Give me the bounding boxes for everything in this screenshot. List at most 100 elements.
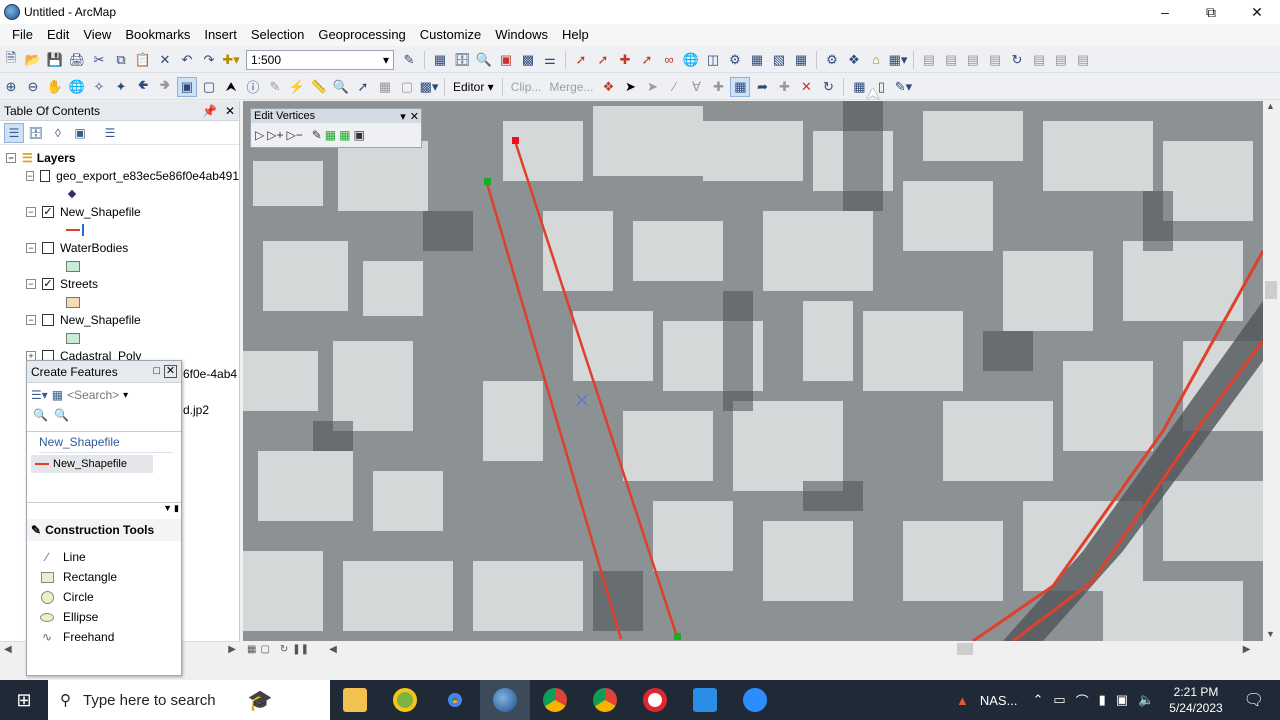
network-icon[interactable]: ⚙ xyxy=(822,50,842,70)
close-icon[interactable]: ✕ xyxy=(410,110,419,123)
close-button[interactable]: ✕ xyxy=(1234,0,1280,24)
rotate-tool-icon[interactable]: ↻ xyxy=(818,77,838,97)
reshape-icon[interactable]: ❖ xyxy=(598,77,618,97)
layout-toggle-icon[interactable]: ▮ xyxy=(174,503,179,515)
zoom-out-icon[interactable]: ⊖ xyxy=(23,77,43,97)
horizontal-scroll-thumb[interactable] xyxy=(956,643,973,655)
forward-arrow-icon[interactable]: 🢂 xyxy=(155,77,175,97)
full-extent-globe-icon[interactable]: 🌐 xyxy=(67,77,87,97)
delete-icon[interactable]: ✕ xyxy=(155,50,175,70)
clear-search-icon[interactable]: 🔍 xyxy=(54,408,69,422)
scroll-down-icon[interactable]: ▼ xyxy=(1266,629,1275,639)
continue-feature-icon[interactable]: ✎ xyxy=(312,128,322,142)
back-arrow-icon[interactable]: 🢀 xyxy=(133,77,153,97)
order-icon[interactable]: ▤ xyxy=(985,50,1005,70)
collapse-icon[interactable]: − xyxy=(26,315,36,325)
wifi-icon[interactable]: ⌒ xyxy=(1076,691,1089,710)
split-tool-icon[interactable]: ✕ xyxy=(796,77,816,97)
volume-icon[interactable]: 🔈 xyxy=(1138,692,1154,708)
trace-icon[interactable]: ✚ xyxy=(708,77,728,97)
model-builder-icon[interactable]: ⚌ xyxy=(540,50,560,70)
nas-app-icon[interactable]: ▲ xyxy=(956,693,969,708)
delete-vertex-icon[interactable]: ▷− xyxy=(286,128,302,142)
graphics-icon[interactable]: ▤ xyxy=(1073,50,1093,70)
globe-icon[interactable]: 🌐 xyxy=(681,50,701,70)
layer-visibility-checkbox[interactable]: ✓ xyxy=(42,206,54,218)
straight-segment-icon[interactable]: ∕ xyxy=(664,77,684,97)
search-icon[interactable]: 🔍 xyxy=(33,408,48,422)
layers-root[interactable]: − ☰ Layers xyxy=(6,149,239,167)
collapse-panel-icon[interactable]: ▼ xyxy=(163,503,172,515)
geocode-icon[interactable]: ◫ xyxy=(703,50,723,70)
layer-row[interactable]: − ✓ Streets xyxy=(6,275,239,293)
taskbar-vscode[interactable] xyxy=(680,680,730,720)
pause-drawing-icon[interactable]: ❚❚ xyxy=(292,644,309,655)
new-document-icon[interactable]: 🗎 xyxy=(1,50,21,70)
meet-now-icon[interactable]: ▣ xyxy=(1116,692,1128,708)
clip-button[interactable]: Clip... xyxy=(507,80,546,94)
search-window-icon[interactable]: 🔍 xyxy=(474,50,494,70)
taskbar-opera[interactable] xyxy=(630,680,680,720)
dimension-icon[interactable]: ❖ xyxy=(844,50,864,70)
minimize-button[interactable]: – xyxy=(1142,0,1188,24)
taskbar-chrome-profile-3[interactable] xyxy=(580,680,630,720)
arrange-icon[interactable]: ▦▾ xyxy=(888,50,908,70)
layer-visibility-checkbox[interactable] xyxy=(42,314,54,326)
menu-windows[interactable]: Windows xyxy=(488,24,555,46)
filter-templates-icon[interactable]: ▦ xyxy=(52,388,63,402)
menu-file[interactable]: File xyxy=(0,24,40,46)
taskbar-search-box[interactable]: ⚲ Type here to search 🎓 xyxy=(48,680,330,720)
layout-icon[interactable]: ▦ xyxy=(747,50,767,70)
save-icon[interactable]: 💾 xyxy=(45,50,65,70)
scroll-left-icon[interactable]: ◀ xyxy=(4,644,12,655)
rotate-icon[interactable]: ↻ xyxy=(1007,50,1027,70)
point-snap-icon[interactable]: ✚ xyxy=(615,50,635,70)
usb-icon[interactable]: ▮ xyxy=(1099,692,1106,708)
find-binoculars-icon[interactable]: 🔍 xyxy=(331,77,351,97)
construction-tool-circle[interactable]: Circle xyxy=(27,587,181,607)
layer-row[interactable]: − ✓ New_Shapefile xyxy=(6,203,239,221)
align-icon[interactable]: ▤ xyxy=(919,50,939,70)
refresh-icon[interactable]: ↻ xyxy=(280,644,288,655)
table-grid-icon[interactable]: ▦ xyxy=(791,50,811,70)
list-by-selection-icon[interactable]: ▣ xyxy=(70,123,90,143)
restore-icon[interactable]: □ xyxy=(153,365,160,378)
georef-icon[interactable]: ⚙ xyxy=(725,50,745,70)
battery-icon[interactable]: ▭ xyxy=(1053,692,1065,708)
grid-icon[interactable]: ▧ xyxy=(769,50,789,70)
edge-snap-icon[interactable]: ➚ xyxy=(637,50,657,70)
construction-tool-rectangle[interactable]: Rectangle xyxy=(27,567,181,587)
undo-icon[interactable]: ↶ xyxy=(177,50,197,70)
chevron-down-icon[interactable]: ▾ xyxy=(400,110,406,123)
layer-visibility-checkbox[interactable] xyxy=(40,170,51,182)
smooth-icon[interactable]: ▦ xyxy=(339,128,350,142)
taskbar-chrome[interactable] xyxy=(430,680,480,720)
collapse-icon[interactable]: − xyxy=(26,279,36,289)
generalize-icon[interactable]: ▦ xyxy=(325,128,336,142)
edit-tool-arrow-icon[interactable]: ➤ xyxy=(620,77,640,97)
list-by-source-icon[interactable]: 🗄 xyxy=(26,123,46,143)
cut-icon[interactable]: ✂ xyxy=(89,50,109,70)
select-features-icon[interactable]: ▣ xyxy=(177,76,197,97)
layer-visibility-checkbox[interactable] xyxy=(42,242,54,254)
raster-icon[interactable]: ▤ xyxy=(1051,50,1071,70)
merge-button[interactable]: Merge... xyxy=(545,80,597,94)
arc-segment-icon[interactable]: ∀ xyxy=(686,77,706,97)
construction-tool-ellipse[interactable]: Ellipse xyxy=(27,607,181,627)
windows-start-button[interactable]: ⊞ xyxy=(0,680,48,720)
show-hidden-icons-icon[interactable]: ⌃ xyxy=(1032,692,1043,708)
template-search-combobox[interactable]: <Search> xyxy=(67,388,119,402)
construction-tool-line[interactable]: ∕ Line xyxy=(27,547,181,567)
menu-view[interactable]: View xyxy=(76,24,118,46)
group-icon[interactable]: ▤ xyxy=(963,50,983,70)
open-folder-icon[interactable]: 📂 xyxy=(23,50,43,70)
map-vertical-scrollbar[interactable]: ▲ ▼ xyxy=(1263,101,1280,641)
catalog-window-icon[interactable]: 🗄 xyxy=(452,50,472,70)
collapse-icon[interactable]: − xyxy=(26,207,36,217)
python-window-icon[interactable]: ▩ xyxy=(518,50,538,70)
table-window-icon[interactable]: ▦ xyxy=(430,50,450,70)
layer-row[interactable]: − WaterBodies xyxy=(6,239,239,257)
distribute-icon[interactable]: ▤ xyxy=(941,50,961,70)
route-icon[interactable]: ➚ xyxy=(353,77,373,97)
select-element-icon[interactable]: ⮝ xyxy=(221,77,241,97)
